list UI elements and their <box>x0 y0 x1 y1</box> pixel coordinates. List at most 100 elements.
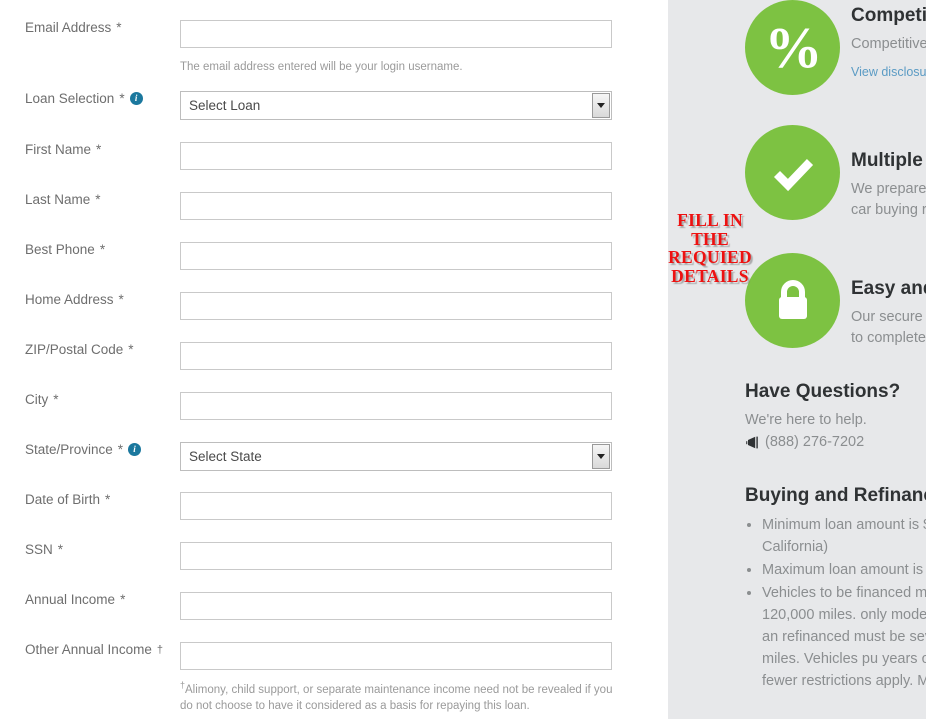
control-email <box>180 20 668 48</box>
first-name-input[interactable] <box>180 141 612 170</box>
benefit-desc-easy-secure: Our secure to complete <box>851 308 926 346</box>
label-first-name: First Name * <box>0 142 180 158</box>
form-field-dob: Date of Birth * <box>0 491 668 520</box>
form-field-city: City * <box>0 391 668 420</box>
loan-selection-select[interactable]: Select Loan <box>180 90 612 120</box>
label-best-phone: Best Phone * <box>0 242 180 258</box>
chevron-down-icon[interactable] <box>592 92 610 118</box>
label-city-required: * <box>53 391 59 407</box>
form-field-best-phone: Best Phone * <box>0 241 668 270</box>
lock-svg <box>778 279 807 319</box>
buying-refinancing-block: Buying and Refinanc Minimum loan amount … <box>745 485 926 693</box>
label-loan-selection-text: Loan Selection <box>25 90 115 106</box>
label-home-address: Home Address * <box>0 292 180 308</box>
other-annual-income-input[interactable] <box>180 641 612 670</box>
best-phone-input[interactable] <box>180 241 612 270</box>
control-email-helper: The email address entered will be your l… <box>180 59 668 76</box>
label-dob-required: * <box>105 491 111 507</box>
label-loan-selection-required: * <box>119 90 125 106</box>
checkmark-icon <box>745 125 840 220</box>
label-other-annual-income-text: Other Annual Income <box>25 641 152 657</box>
have-questions-title: Have Questions? <box>745 381 901 402</box>
buying-refinancing-title: Buying and Refinanc <box>745 485 926 506</box>
control-zip <box>180 341 668 370</box>
label-email: Email Address * <box>0 20 180 36</box>
control-first-name <box>180 141 668 170</box>
label-home-address-required: * <box>118 291 124 307</box>
form-field-annual-income: Annual Income * <box>0 591 668 620</box>
income-footnote: †Alimony, child support, or separate mai… <box>180 680 620 715</box>
label-last-name-text: Last Name <box>25 191 91 207</box>
control-annual-income <box>180 591 668 620</box>
form-field-first-name: First Name * <box>0 141 668 170</box>
label-home-address-text: Home Address <box>25 291 114 307</box>
state-select-value: Select State <box>189 448 262 464</box>
zip-input[interactable] <box>180 341 612 370</box>
label-city-text: City <box>25 391 49 407</box>
benefit-title-multiple: Multiple <box>851 150 923 171</box>
form-field-zip: ZIP/Postal Code * <box>0 341 668 370</box>
label-state-required: * <box>117 441 124 457</box>
control-last-name <box>180 191 668 220</box>
annual-income-input[interactable] <box>180 591 612 620</box>
benefit-body-easy-secure: Easy and Our secure to complete <box>851 277 926 349</box>
label-other-annual-income: Other Annual Income † <box>25 641 163 657</box>
control-dob <box>180 491 668 520</box>
email-helper-text: The email address entered will be your l… <box>180 61 463 73</box>
income-footnote-text: Alimony, child support, or separate main… <box>180 683 613 713</box>
form-field-email: Email Address * <box>0 20 668 48</box>
label-ssn: SSN * <box>0 542 180 558</box>
label-zip-required: * <box>128 341 134 357</box>
benefit-item-competitive-rates: % Competi Competitive View disclosur <box>668 0 926 130</box>
benefit-item-easy-secure: Easy and Our secure to complete <box>668 253 926 383</box>
benefit-desc-competitive-rates: Competitive <box>851 35 926 52</box>
label-annual-income-text: Annual Income <box>25 591 116 607</box>
control-city <box>180 391 668 420</box>
label-best-phone-text: Best Phone <box>25 241 95 257</box>
page-root: Email Address * The email address entere… <box>0 0 926 719</box>
control-best-phone <box>180 241 668 270</box>
date-of-birth-input[interactable] <box>180 491 612 520</box>
benefit-body-competitive-rates: Competi Competitive View disclosur <box>851 4 926 79</box>
form-field-home-address: Home Address * <box>0 291 668 320</box>
control-home-address <box>180 291 668 320</box>
label-last-name-required: * <box>95 191 101 207</box>
label-state-text: State/Province <box>25 441 113 457</box>
label-loan-selection: Loan Selection * i <box>0 91 180 107</box>
loan-selection-value: Select Loan <box>189 97 261 113</box>
label-last-name: Last Name * <box>0 192 180 208</box>
label-annual-income: Annual Income * <box>0 592 180 608</box>
view-disclosure-link[interactable]: View disclosur <box>851 65 926 79</box>
state-select[interactable]: Select State <box>180 441 612 471</box>
label-first-name-required: * <box>96 141 102 157</box>
have-questions-phone[interactable]: (888) 276-7202 <box>765 432 864 454</box>
home-address-input[interactable] <box>180 291 612 320</box>
control-ssn <box>180 541 668 570</box>
lock-icon <box>745 253 840 348</box>
ssn-input[interactable] <box>180 541 612 570</box>
megaphone-icon <box>746 436 758 449</box>
label-ssn-required: * <box>57 541 64 557</box>
last-name-input[interactable] <box>180 191 612 220</box>
buying-refinancing-list: Minimum loan amount is $ $6,000 in Calif… <box>745 514 926 692</box>
benefit-item-multiple: Multiple We prepare car buying r <box>668 125 926 255</box>
label-state: State/Province * i <box>0 442 180 458</box>
info-icon[interactable]: i <box>129 92 143 106</box>
label-dob: Date of Birth * <box>0 492 180 508</box>
label-city: City * <box>0 392 180 408</box>
chevron-down-icon[interactable] <box>592 443 610 469</box>
have-questions-phone-row: (888) 276-7202 <box>745 432 926 454</box>
label-email-text: Email Address <box>25 20 112 35</box>
label-annual-income-required: * <box>120 591 126 607</box>
label-best-phone-required: * <box>99 241 106 257</box>
city-input[interactable] <box>180 391 612 420</box>
email-input[interactable] <box>180 20 612 48</box>
form-field-state: State/Province * i Select State <box>0 441 668 471</box>
control-loan-selection: Select Loan <box>180 90 668 120</box>
benefit-title-competitive-rates: Competi <box>851 5 926 26</box>
percent-glyph: % <box>764 14 823 80</box>
benefit-title-easy-secure: Easy and <box>851 278 926 299</box>
label-zip: ZIP/Postal Code * <box>0 342 180 358</box>
info-icon[interactable]: i <box>128 443 142 457</box>
email-helper-row: The email address entered will be your l… <box>0 59 668 76</box>
